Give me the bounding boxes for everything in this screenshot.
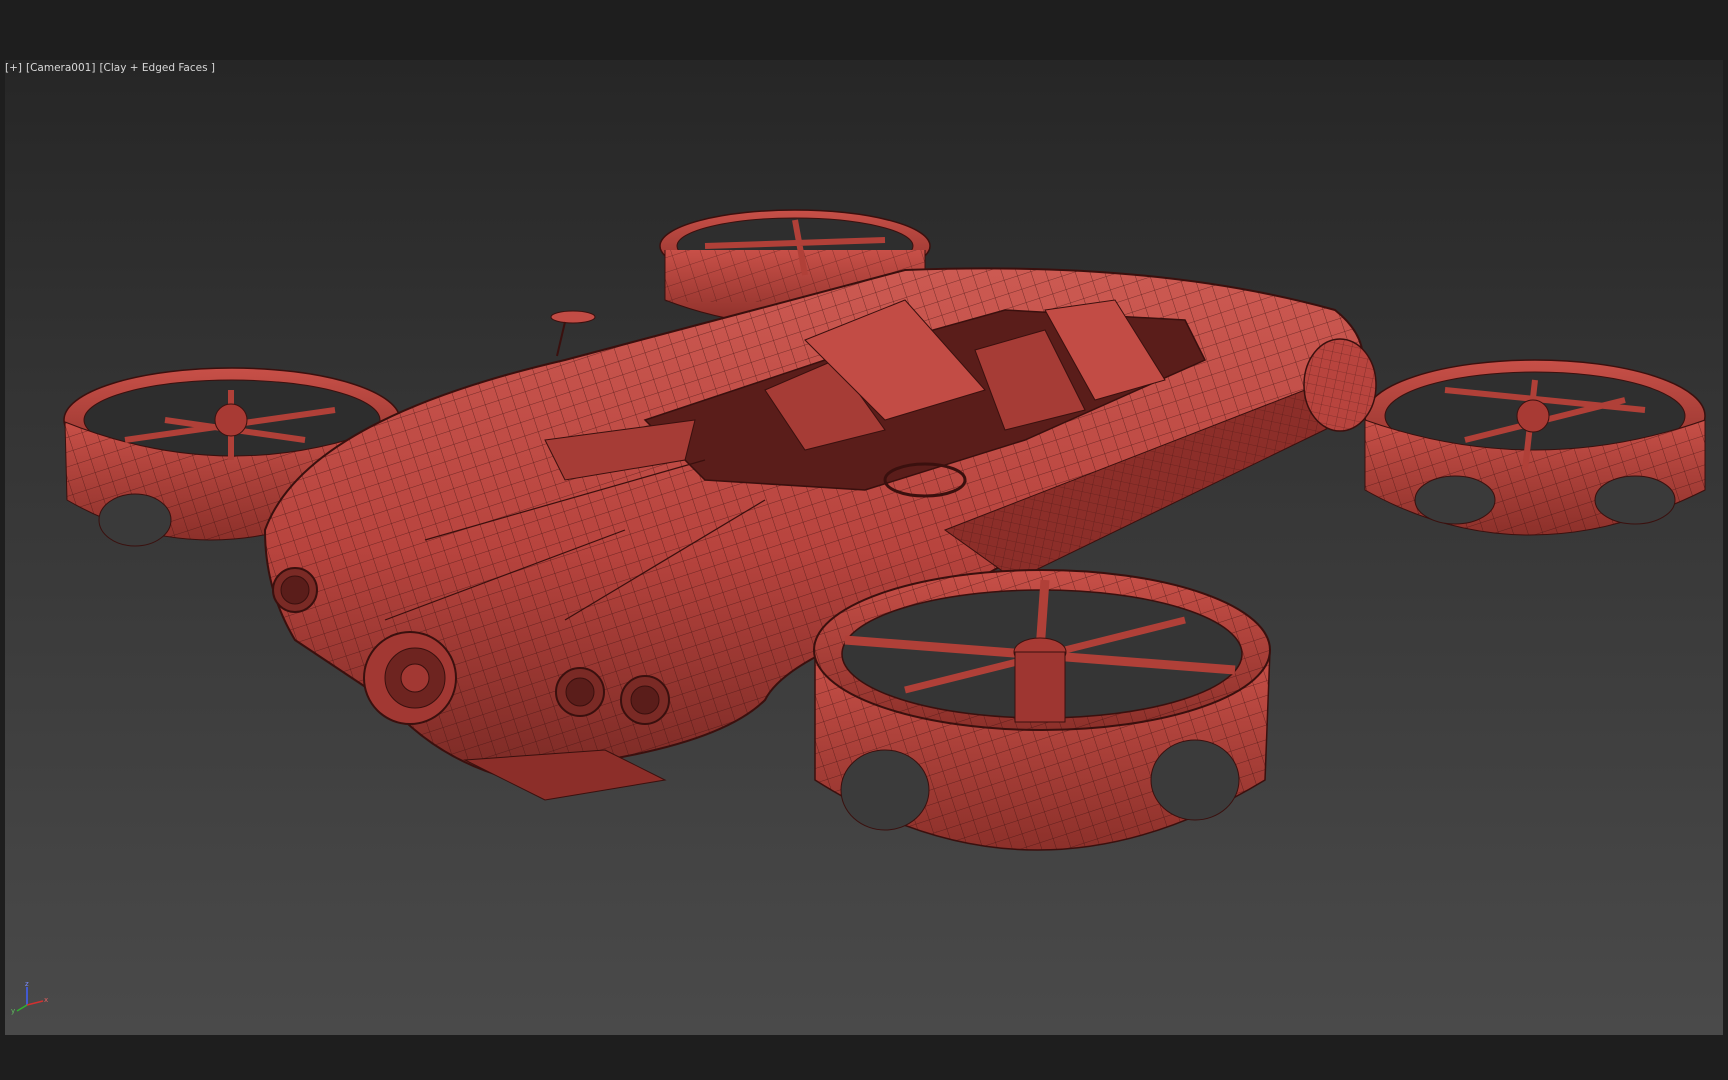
fan-right bbox=[1364, 359, 1706, 536]
scene-render[interactable] bbox=[5, 60, 1723, 1035]
viewport-label[interactable]: [+] [Camera001] [Clay + Edged Faces ] bbox=[5, 62, 215, 74]
viewport-menu-plus[interactable]: [+] bbox=[5, 62, 22, 74]
axis-z-label: z bbox=[25, 980, 29, 988]
viewport-shading-menu[interactable]: [Clay + Edged Faces ] bbox=[99, 62, 215, 74]
axis-y-label: y bbox=[11, 1007, 15, 1015]
axis-gizmo-icon: z x y bbox=[11, 980, 48, 1015]
app-window: [+] [Camera001] [Clay + Edged Faces ] z … bbox=[0, 0, 1728, 1080]
bottom-margin bbox=[0, 1035, 1728, 1080]
fan-front-right bbox=[813, 569, 1271, 851]
axis-x-label: x bbox=[44, 996, 48, 1004]
top-margin bbox=[0, 0, 1728, 60]
rear-thruster bbox=[1303, 338, 1377, 432]
viewport-camera-menu[interactable]: [Camera001] bbox=[26, 62, 95, 74]
viewport-camera[interactable]: [+] [Camera001] [Clay + Edged Faces ] z … bbox=[5, 60, 1723, 1035]
